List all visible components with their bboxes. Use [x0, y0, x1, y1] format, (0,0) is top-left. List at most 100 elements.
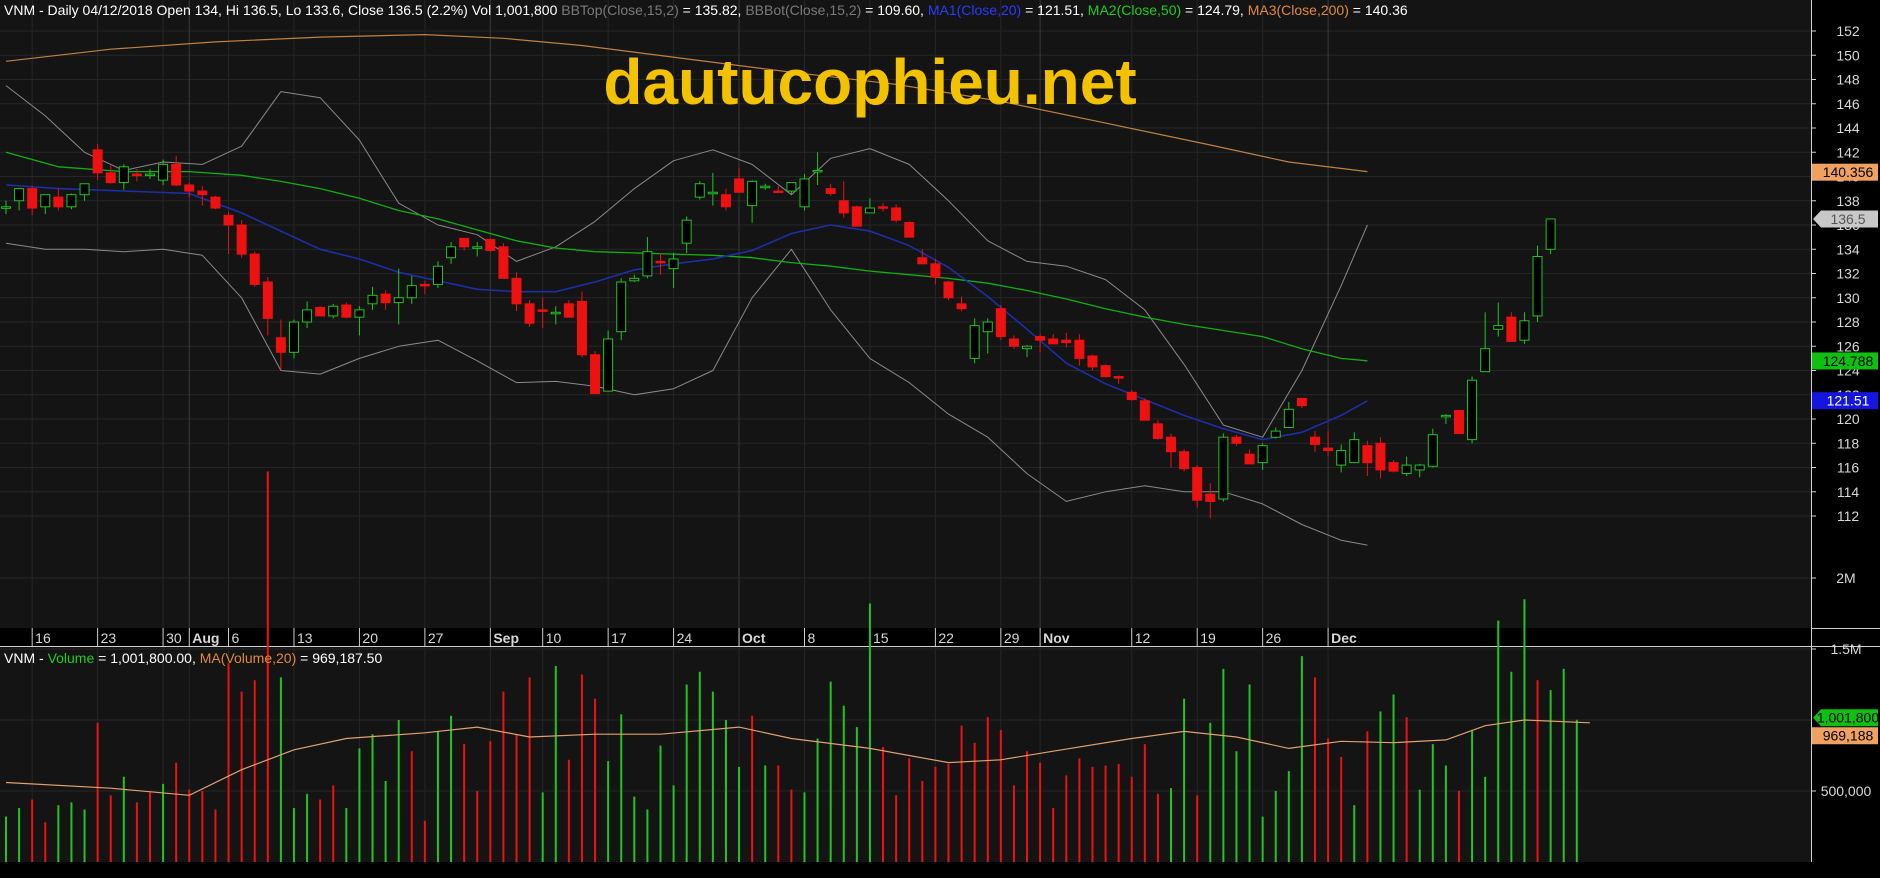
candle-body — [184, 184, 195, 192]
candle-body — [1362, 445, 1373, 464]
price-header-prefix: VNM - Daily 04/12/2018 Open 134, Hi 136.… — [4, 2, 558, 18]
candle-body — [144, 173, 155, 177]
candle — [1427, 428, 1438, 468]
ma3-value: = 140.36 — [1353, 2, 1408, 18]
candle-body — [590, 354, 601, 395]
candle-body — [799, 178, 810, 208]
candle-body — [524, 303, 535, 324]
candle-body — [1087, 355, 1098, 368]
candle-body — [171, 163, 182, 186]
candle-body — [14, 188, 25, 202]
date-tick-label: 13 — [297, 630, 313, 646]
candle-body — [1270, 430, 1281, 438]
candle-body — [288, 321, 299, 353]
candle-body — [995, 308, 1006, 338]
candle — [498, 243, 509, 279]
candle-body — [1126, 391, 1137, 401]
ma3-tag: 140.356 — [1812, 163, 1878, 181]
candle-body — [1257, 445, 1268, 464]
date-tick-label: 15 — [873, 630, 889, 646]
date-tick-label: 20 — [362, 630, 378, 646]
candle-body — [982, 321, 993, 333]
price-tick-label: 116 — [1837, 460, 1860, 476]
candle — [694, 181, 705, 200]
candle-body — [459, 237, 470, 248]
candle-body — [275, 337, 286, 353]
candle-body — [40, 194, 51, 208]
candle-body — [1283, 408, 1294, 428]
date-tick-label: Oct — [742, 630, 766, 646]
candle — [590, 351, 601, 395]
candle — [66, 193, 77, 210]
candle-body — [1218, 436, 1229, 500]
candle-body — [1440, 414, 1451, 418]
candle-body — [629, 277, 640, 282]
candle-body — [720, 194, 731, 208]
date-tick-label: Aug — [192, 630, 219, 646]
candle-body — [1467, 379, 1478, 441]
candle-body — [1519, 320, 1530, 341]
bbbot-name: BBBot(Close,15,2) — [745, 2, 861, 18]
ma2-value: = 124.79, — [1185, 2, 1244, 18]
candle-body — [1035, 336, 1046, 341]
date-tick-label: 23 — [101, 630, 117, 646]
candle-body — [969, 325, 980, 359]
candle — [995, 305, 1006, 341]
price-tick-label: 146 — [1836, 96, 1860, 112]
volume-tick-label: 2M — [1836, 570, 1855, 586]
date-tick-label: Dec — [1331, 630, 1357, 646]
candle-body — [249, 253, 260, 285]
candle — [1100, 364, 1111, 378]
date-tick-label: 8 — [807, 630, 815, 646]
candle-body — [197, 190, 208, 196]
candle — [341, 302, 352, 319]
candle-body — [1310, 436, 1320, 445]
price-tick-label: 112 — [1837, 508, 1860, 524]
price-pane[interactable]: dautucophieu.net — [0, 0, 1811, 628]
candle — [943, 280, 954, 301]
candle — [799, 174, 810, 211]
candle-body — [1100, 365, 1111, 378]
candle-body — [1453, 410, 1464, 435]
ma2-name: MA2(Close,50) — [1088, 2, 1181, 18]
candle — [851, 205, 862, 227]
date-tick-label: 12 — [1135, 630, 1151, 646]
candle-body — [747, 180, 758, 207]
candle-body — [406, 285, 417, 299]
candle-body — [432, 265, 443, 285]
date-tick-label: 22 — [938, 630, 954, 646]
candle-body — [262, 281, 273, 319]
candle — [249, 251, 260, 287]
candle-body — [1022, 345, 1033, 350]
bbtop-value: = 135.82, — [683, 2, 742, 18]
bbbot-value: = 109.60, — [865, 2, 924, 18]
candle-body — [92, 149, 103, 174]
ma1-name: MA1(Close,20) — [928, 2, 1021, 18]
candle-body — [66, 194, 77, 208]
date-tick-label: 19 — [1200, 630, 1216, 646]
candle-body — [315, 306, 326, 317]
ma2-tag-text: 124.788 — [1823, 353, 1874, 369]
bbtop-name: BBTop(Close,15,2) — [561, 2, 679, 18]
price-tick-label: 142 — [1836, 144, 1860, 160]
candle-body — [864, 207, 875, 214]
candle-body — [1506, 316, 1517, 342]
candle-body — [1414, 464, 1425, 471]
volume-ma-name: MA(Volume,20) — [200, 650, 296, 666]
candle-body — [878, 206, 889, 209]
price-tick-label: 138 — [1836, 193, 1860, 209]
candle-body — [825, 188, 836, 194]
candle-body — [419, 283, 430, 287]
candle-body — [1061, 339, 1072, 344]
date-tick-label: 29 — [1004, 630, 1020, 646]
candle-body — [1113, 376, 1124, 379]
stock-chart: dautucophieu.net 16 23 30 Aug 6 13 20 27 Sep 10 17… — [0, 0, 1880, 878]
price-tick-label: 150 — [1836, 47, 1860, 63]
candle-body — [354, 309, 365, 318]
candle — [576, 291, 587, 358]
candle — [328, 303, 339, 319]
candle-body — [1480, 348, 1491, 373]
candle-body — [1152, 423, 1163, 439]
candle-body — [1166, 436, 1177, 453]
date-tick-label: 10 — [546, 630, 562, 646]
